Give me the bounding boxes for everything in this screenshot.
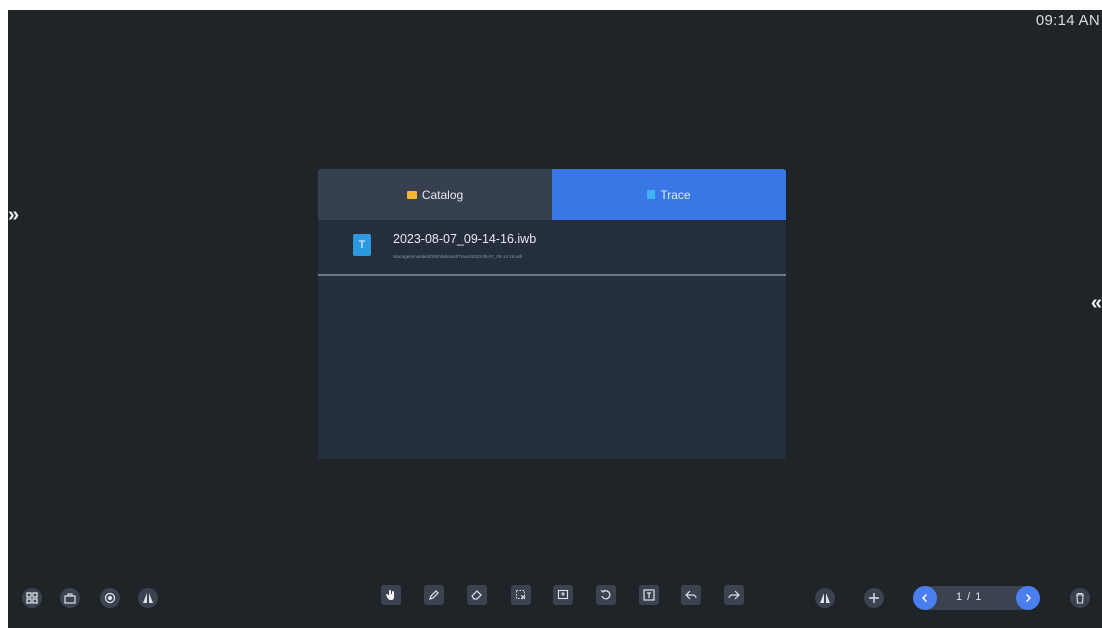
mirror-button[interactable] xyxy=(138,588,158,608)
document-icon xyxy=(647,190,656,199)
select-icon xyxy=(516,590,526,600)
file-name: 2023-08-07_09-14-16.iwb xyxy=(393,232,537,246)
insert-tool-button[interactable] xyxy=(553,585,573,605)
hand-tool-button[interactable] xyxy=(381,585,401,605)
select-tool-button[interactable] xyxy=(511,585,531,605)
pen-tool-button[interactable] xyxy=(424,585,444,605)
undo-button[interactable] xyxy=(681,585,701,605)
chevron-left-icon xyxy=(921,593,928,603)
trash-icon xyxy=(1076,592,1084,604)
clock-time: 09:14 AN xyxy=(1035,12,1100,29)
insert-icon xyxy=(557,589,569,600)
apps-button[interactable] xyxy=(22,588,42,608)
mirror-icon xyxy=(820,593,830,603)
file-path: /storage/emulated/0/Whiteboard/Trace/202… xyxy=(393,254,523,259)
eraser-icon xyxy=(471,590,482,600)
add-page-button[interactable] xyxy=(864,588,884,608)
plus-icon xyxy=(869,593,879,603)
text-icon xyxy=(643,589,655,601)
prev-page-button[interactable] xyxy=(913,586,937,610)
mirror-view-button[interactable] xyxy=(815,588,835,608)
expand-right-icon[interactable]: « xyxy=(1091,293,1102,313)
toolbox-button[interactable] xyxy=(60,588,80,608)
dialog-tabs: Catalog Trace xyxy=(318,169,786,220)
chevron-right-icon xyxy=(1025,593,1032,603)
expand-left-icon[interactable]: » xyxy=(8,205,19,225)
hand-icon xyxy=(386,590,394,600)
text-tool-button[interactable] xyxy=(639,585,659,605)
rotate-icon xyxy=(600,589,611,600)
eraser-tool-button[interactable] xyxy=(467,585,487,605)
redo-icon xyxy=(728,590,740,600)
delete-page-button[interactable] xyxy=(1070,588,1090,608)
tab-trace-label: Trace xyxy=(660,187,691,202)
rotate-tool-button[interactable] xyxy=(596,585,616,605)
folder-icon xyxy=(406,190,417,199)
pen-icon xyxy=(429,590,439,600)
file-list-item[interactable]: T 2023-08-07_09-14-16.iwb /storage/emula… xyxy=(318,220,786,276)
mirror-icon xyxy=(143,593,153,603)
tab-catalog-label: Catalog xyxy=(421,187,464,202)
tab-catalog[interactable]: Catalog xyxy=(318,169,552,220)
file-dialog: Catalog Trace T 2023-08-07_09-14-16.iwb … xyxy=(318,169,786,459)
page-indicator: 1 / 1 xyxy=(956,591,983,603)
eye-button[interactable] xyxy=(100,588,120,608)
toolbox-icon xyxy=(64,593,76,604)
eye-icon xyxy=(104,592,116,604)
iwb-file-icon: T xyxy=(353,234,371,256)
next-page-button[interactable] xyxy=(1016,586,1040,610)
redo-button[interactable] xyxy=(724,585,744,605)
tab-trace[interactable]: Trace xyxy=(552,169,786,220)
undo-icon xyxy=(685,590,697,600)
apps-icon xyxy=(26,592,38,604)
